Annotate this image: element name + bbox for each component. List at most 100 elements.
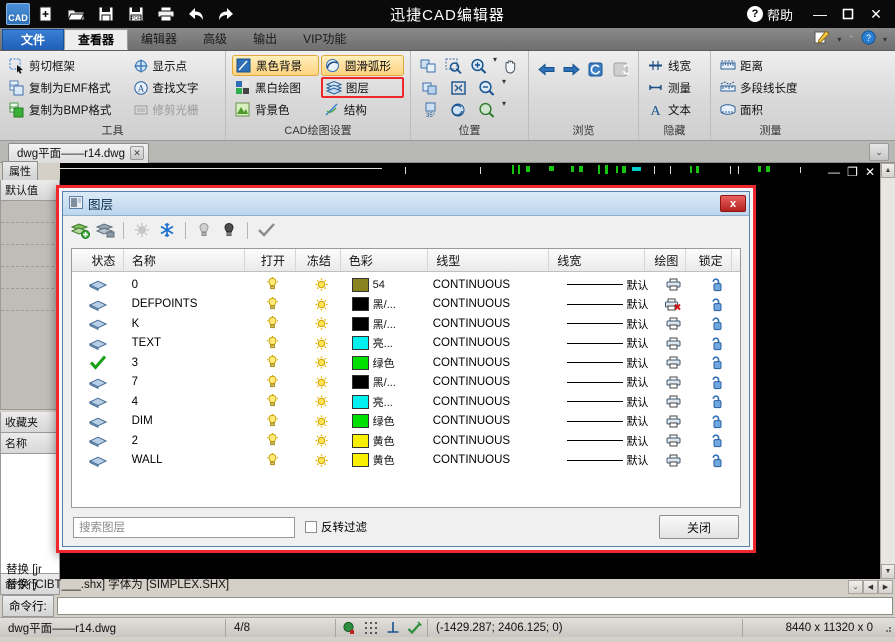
layer-state-icon[interactable]	[72, 334, 124, 354]
layer-open-toggle-icon[interactable]	[247, 392, 299, 412]
layer-row[interactable]: 7 黑/... CONTINUOUS 默认	[72, 373, 740, 393]
zoom-extents-icon[interactable]	[445, 77, 471, 99]
layer-state-icon[interactable]	[72, 451, 124, 471]
column-header-lineweight[interactable]: 线宽	[549, 249, 646, 271]
maximize-button[interactable]	[835, 1, 861, 27]
layer-open-toggle-icon[interactable]	[247, 275, 299, 295]
document-tab[interactable]: dwg平面——r14.dwg ✕	[8, 142, 150, 163]
layer-color-swatch[interactable]	[351, 277, 369, 292]
layer-linetype[interactable]: CONTINUOUS	[433, 412, 556, 432]
column-header-color[interactable]: 色彩	[341, 249, 429, 271]
tab-list-chevron-icon[interactable]: ⌄	[869, 143, 889, 161]
layer-name[interactable]: 0	[124, 275, 247, 295]
copy-bmp-button[interactable]: BMP 复制为BMP格式	[6, 99, 128, 120]
zoom-in-icon[interactable]	[467, 55, 490, 77]
zoom-out-dropdown-icon[interactable]: ▾	[502, 77, 506, 99]
layer-lock-toggle-icon[interactable]	[694, 295, 740, 315]
layer-lineweight-cell[interactable]: 默认	[555, 412, 652, 432]
layer-row[interactable]: 0 54 CONTINUOUS 默认	[72, 275, 740, 295]
layer-linetype[interactable]: CONTINUOUS	[433, 451, 556, 471]
forward-arrow-icon[interactable]	[560, 58, 583, 80]
undo-icon[interactable]	[182, 2, 210, 26]
layer-lock-toggle-icon[interactable]	[694, 392, 740, 412]
collapse-ribbon-icon[interactable]: ⌃	[847, 34, 855, 45]
layer-open-toggle-icon[interactable]	[247, 334, 299, 354]
back-arrow-icon[interactable]	[535, 58, 558, 80]
redo-icon[interactable]	[212, 2, 240, 26]
layer-name[interactable]: TEXT	[124, 334, 247, 354]
layer-lineweight-cell[interactable]: 默认	[555, 392, 652, 412]
layer-color-swatch[interactable]	[351, 375, 369, 390]
layer-linetype[interactable]: CONTINUOUS	[433, 334, 556, 354]
new-layer-icon[interactable]	[69, 219, 91, 241]
canvas-vertical-scrollbar[interactable]: ▲ ▼	[880, 163, 895, 579]
layer-plot-toggle-icon[interactable]	[652, 353, 693, 373]
layer-color-cell[interactable]: 黑/...	[344, 295, 433, 315]
menu-tab-editor[interactable]: 编辑器	[128, 29, 190, 50]
layer-color-swatch[interactable]	[351, 394, 369, 409]
smooth-arc-button[interactable]: 圆滑弧形	[320, 55, 404, 76]
layer-color-swatch[interactable]	[351, 297, 369, 312]
layer-state-icon[interactable]	[72, 353, 124, 373]
layer-freeze-toggle-icon[interactable]	[298, 334, 343, 354]
area-button[interactable]: 面积	[717, 99, 803, 120]
layer-plot-toggle-icon[interactable]	[652, 295, 693, 315]
scroll-up-button[interactable]: ▲	[881, 163, 895, 178]
hand-pan-icon[interactable]	[499, 55, 522, 77]
layer-state-icon[interactable]	[72, 412, 124, 432]
help-circle-icon[interactable]: ?	[861, 30, 876, 48]
layer-row[interactable]: K 黑/... CONTINUOUS 默认	[72, 314, 740, 334]
light-off-icon[interactable]	[193, 219, 215, 241]
layer-name[interactable]: 2	[124, 431, 247, 451]
layer-row[interactable]: 2 黄色 CONTINUOUS 默认	[72, 431, 740, 451]
search-layer-input[interactable]: 搜索图层	[73, 516, 295, 538]
zoom-dynamic-icon[interactable]	[473, 99, 499, 121]
layer-lineweight-cell[interactable]: 默认	[555, 373, 652, 393]
save-file-icon[interactable]	[92, 2, 120, 26]
apply-check-icon[interactable]	[255, 219, 277, 241]
zoom-previous-icon[interactable]	[445, 99, 471, 121]
layer-state-icon[interactable]	[72, 275, 124, 295]
zoom-dynamic-dropdown-icon[interactable]: ▾	[502, 99, 506, 121]
layer-row[interactable]: WALL 黄色 CONTINUOUS 默认	[72, 451, 740, 471]
layer-color-cell[interactable]: 亮...	[344, 392, 433, 412]
layer-open-toggle-icon[interactable]	[247, 451, 299, 471]
help-button[interactable]: ? 帮助	[746, 5, 793, 24]
menu-tab-advanced[interactable]: 高级	[190, 29, 240, 50]
layer-color-swatch[interactable]	[351, 414, 369, 429]
layer-lock-toggle-icon[interactable]	[694, 334, 740, 354]
layer-lineweight-cell[interactable]: 默认	[555, 295, 652, 315]
zoom-out-icon[interactable]	[473, 77, 499, 99]
sidebar-favorites-header[interactable]: 收藏夹	[0, 412, 60, 433]
layer-lock-toggle-icon[interactable]	[694, 353, 740, 373]
rotate-35-icon[interactable]: 35°	[417, 99, 443, 121]
layer-state-icon[interactable]	[72, 392, 124, 412]
layer-open-toggle-icon[interactable]	[247, 373, 299, 393]
layer-linetype[interactable]: CONTINUOUS	[433, 353, 556, 373]
layer-freeze-toggle-icon[interactable]	[298, 373, 343, 393]
favorites-list[interactable]	[0, 454, 60, 574]
column-header-lock[interactable]: 锁定	[686, 249, 732, 271]
polyline-length-button[interactable]: 多段线长度	[717, 77, 803, 98]
help-dropdown-icon[interactable]: ▾	[883, 35, 887, 44]
layer-lock-toggle-icon[interactable]	[694, 431, 740, 451]
refresh-view-icon[interactable]	[585, 58, 608, 80]
column-header-freeze[interactable]: 冻结	[296, 249, 341, 271]
layer-linetype[interactable]: CONTINUOUS	[433, 392, 556, 412]
layer-lineweight-cell[interactable]: 默认	[555, 353, 652, 373]
layer-open-toggle-icon[interactable]	[247, 314, 299, 334]
layer-freeze-toggle-icon[interactable]	[298, 275, 343, 295]
layer-linetype[interactable]: CONTINUOUS	[433, 431, 556, 451]
text-hide-button[interactable]: A 文本	[645, 99, 696, 120]
layer-color-swatch[interactable]	[351, 336, 369, 351]
layer-row[interactable]: DEFPOINTS 黑/... CONTINUOUS 默认	[72, 295, 740, 315]
layer-name[interactable]: WALL	[124, 451, 247, 471]
layer-lock-toggle-icon[interactable]	[694, 373, 740, 393]
layer-lock-toggle-icon[interactable]	[694, 451, 740, 471]
canvas-minimize-icon[interactable]: —	[828, 165, 840, 179]
layer-color-cell[interactable]: 绿色	[344, 353, 433, 373]
layer-open-toggle-icon[interactable]	[247, 431, 299, 451]
black-background-button[interactable]: 黑色背景	[232, 55, 319, 76]
layer-freeze-toggle-icon[interactable]	[298, 412, 343, 432]
layer-color-cell[interactable]: 黑/...	[344, 314, 433, 334]
